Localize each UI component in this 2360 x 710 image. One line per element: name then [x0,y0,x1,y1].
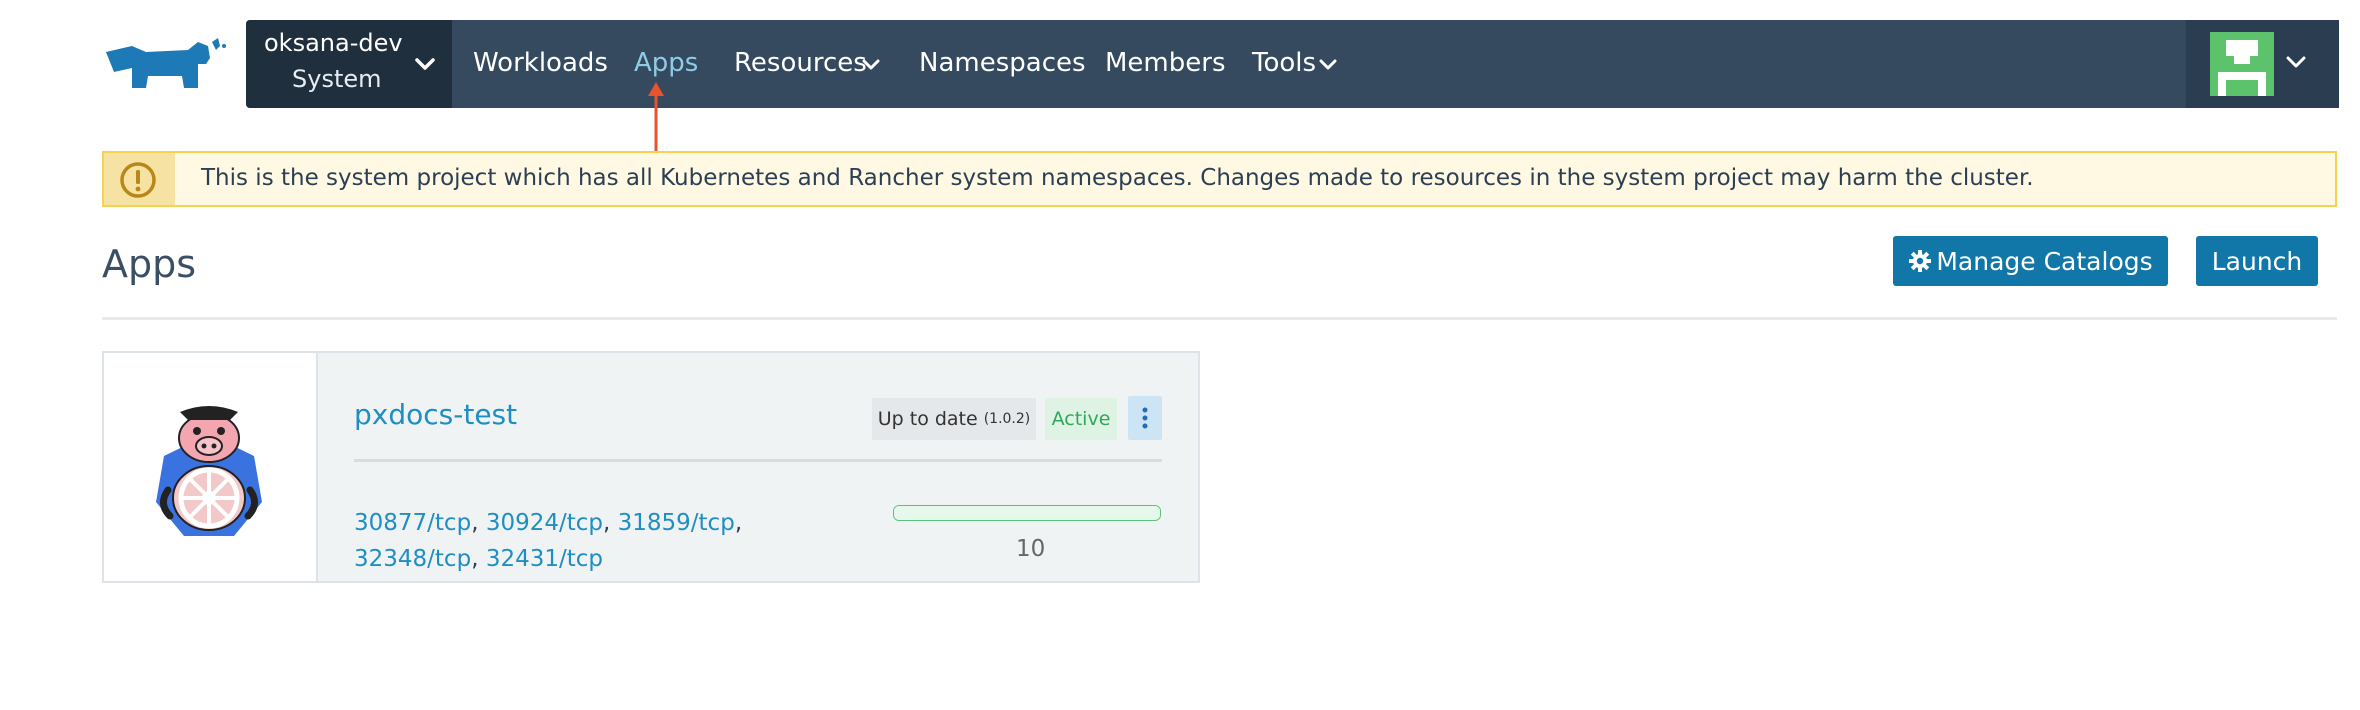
chevron-down-icon[interactable] [414,56,436,72]
ports-line-2: 32348/tcp, 32431/tcp [354,546,603,572]
chevron-down-icon [862,59,880,70]
port-link[interactable]: 30877/tcp [354,510,471,536]
rancher-logo-icon[interactable] [102,38,228,96]
update-status-badge: Up to date (1.0.2) [872,398,1036,440]
port-link[interactable]: 32348/tcp [354,546,471,572]
more-vertical-icon [1142,407,1148,429]
app-state-badge: Active [1045,398,1117,440]
app-version: (1.0.2) [983,411,1031,427]
port-link[interactable]: 32431/tcp [486,546,603,572]
info-circle-icon [120,162,156,198]
banner-text: This is the system project which has all… [201,165,2034,191]
pod-count: 10 [1016,536,1046,562]
nav-tools[interactable]: Tools [1252,48,1316,78]
launch-button[interactable]: Launch [2196,236,2318,286]
gear-icon [1909,250,1932,272]
app-actions-menu-button[interactable] [1128,396,1162,440]
manage-catalogs-button[interactable]: Manage Catalogs [1893,236,2168,286]
cluster-name: oksana-dev [264,29,403,57]
nav-workloads[interactable]: Workloads [473,48,608,78]
card-divider [354,459,1162,462]
pod-progress-bar [893,505,1161,521]
nav-members[interactable]: Members [1105,48,1226,78]
kubernetes-pig-app-icon [156,406,262,536]
nav-resources[interactable]: Resources [734,48,867,78]
chevron-down-icon[interactable] [2285,55,2307,69]
section-divider [102,317,2337,320]
chevron-down-icon [1319,59,1337,70]
page-title: Apps [102,242,197,286]
port-link[interactable]: 30924/tcp [486,510,603,536]
user-avatar-icon[interactable] [2210,32,2274,96]
app-ports: 30877/tcp, 30924/tcp, 31859/tcp, 32348/t… [354,505,742,577]
nav-apps[interactable]: Apps [634,48,698,78]
ports-line-1: 30877/tcp, 30924/tcp, 31859/tcp, [354,510,743,536]
app-name-link[interactable]: pxdocs-test [354,398,517,431]
manage-catalogs-label: Manage Catalogs [1936,246,2153,276]
nav-namespaces[interactable]: Namespaces [919,48,1086,78]
pod-progress-fill [894,506,1160,520]
port-link[interactable]: 31859/tcp [618,510,735,536]
project-name: System [292,65,382,93]
update-status-text: Up to date [877,408,978,430]
